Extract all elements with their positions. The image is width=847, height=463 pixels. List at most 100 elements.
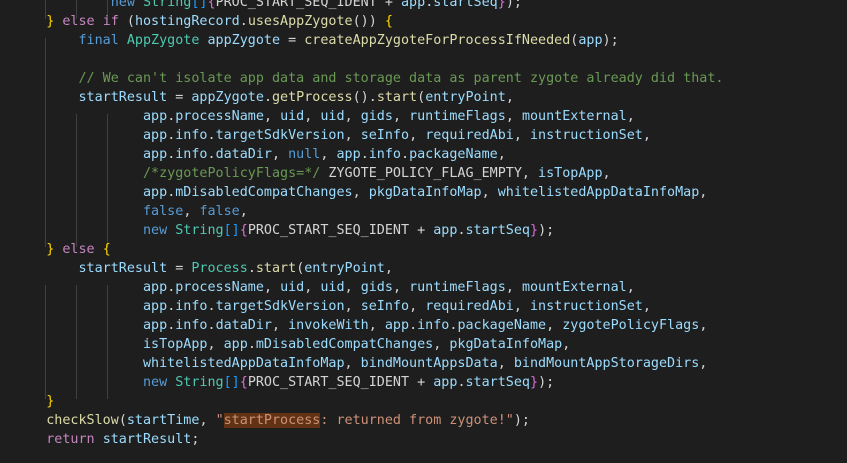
code-token: startResult [78, 90, 168, 105]
code-token: mountExternal [521, 109, 627, 124]
code-line[interactable]: app.info.targetSdkVersion, seInfo, requi… [14, 297, 651, 316]
code-token: bindMountAppStorageDirs [513, 356, 700, 371]
code-line[interactable]: false, false, [14, 202, 248, 221]
code-token: appZygote [191, 90, 264, 105]
code-token: , [368, 318, 385, 333]
code-token: , [199, 413, 216, 428]
code-token: , [263, 109, 281, 124]
code-token: false [199, 204, 240, 219]
code-token: . [401, 147, 410, 162]
code-line[interactable]: /*zygotePolicyFlags=*/ ZYGOTE_POLICY_FLA… [14, 164, 611, 183]
code-token: new [143, 375, 168, 390]
code-line[interactable]: app.info.dataDir, null, app.info.package… [14, 145, 506, 164]
code-token: app [223, 337, 248, 352]
code-token: app [143, 147, 168, 162]
code-token: processName [175, 109, 264, 124]
code-line[interactable]: } else { [14, 240, 111, 259]
code-line[interactable]: final AppZygote appZygote = createAppZyg… [14, 31, 619, 50]
code-line[interactable]: new String[]{PROC_START_SEQ_IDENT + app.… [14, 0, 522, 12]
code-token: uid [280, 109, 305, 124]
code-token: info [175, 147, 208, 162]
code-token: start [376, 90, 418, 105]
code-line[interactable]: } else if (hostingRecord.usesAppZygote()… [14, 12, 393, 31]
code-token: , [344, 356, 361, 371]
code-token: , [384, 261, 393, 276]
code-line[interactable]: new String[]{PROC_START_SEQ_IDENT + app.… [14, 221, 554, 240]
code-line[interactable]: isTopApp, app.mDisabledCompatChanges, pk… [14, 335, 570, 354]
code-token: // We can't isolate app data and storage… [78, 71, 724, 86]
code-token: new [110, 0, 135, 10]
code-token: ); [538, 375, 555, 390]
code-line[interactable]: app.info.dataDir, invokeWith, app.info.p… [14, 316, 707, 335]
code-token: " [215, 413, 224, 428]
code-line[interactable]: return startResult; [14, 430, 199, 449]
code-token: seInfo [360, 128, 410, 143]
code-token: String [175, 223, 224, 238]
code-token: uid [320, 280, 345, 295]
code-token: . [247, 261, 256, 276]
code-token: isTopApp [538, 166, 603, 181]
code-line[interactable]: app.mDisabledCompatChanges, pkgDataInfoM… [14, 183, 707, 202]
code-token: seInfo [360, 299, 410, 314]
code-token: getProcess [272, 90, 353, 105]
code-token: packageName [457, 318, 547, 333]
code-token: , [239, 204, 248, 219]
code-token: ( [417, 90, 426, 105]
code-line[interactable]: whitelistedAppDataInfoMap, bindMountApps… [14, 354, 707, 373]
code-token: , [642, 299, 651, 314]
code-token: . [207, 128, 216, 143]
code-line[interactable]: checkSlow(startTime, "startProcess: retu… [14, 411, 530, 430]
code-token: , [433, 337, 450, 352]
code-token: requiredAbi [425, 299, 514, 314]
code-token: , [699, 318, 708, 333]
code-token: app [143, 299, 168, 314]
code-token: startProcess [223, 413, 321, 428]
code-line[interactable]: // We can't isolate app data and storage… [14, 69, 724, 88]
code-line[interactable]: app.info.targetSdkVersion, seInfo, requi… [14, 126, 651, 145]
code-line[interactable]: } [14, 392, 54, 411]
code-token: ( [118, 14, 135, 29]
code-line[interactable]: startResult = Process.start(entryPoint, [14, 259, 393, 278]
code-token: processName [175, 280, 264, 295]
code-token: PROC_START_SEQ_IDENT + [247, 375, 434, 390]
code-token: } [46, 394, 55, 409]
code-token: app [143, 109, 168, 124]
code-token: , [304, 109, 321, 124]
code-token: if [102, 14, 119, 29]
code-token: , [207, 337, 224, 352]
code-token: app [143, 185, 168, 200]
code-token: startResult [102, 432, 192, 447]
code-token: PROC_START_SEQ_IDENT + [247, 223, 434, 238]
code-line[interactable]: startResult = appZygote.getProcess().sta… [14, 88, 514, 107]
code-token: , [497, 356, 514, 371]
code-token: app [401, 0, 426, 10]
code-token: , [263, 280, 281, 295]
code-token: info [368, 147, 401, 162]
code-token: targetSdkVersion [215, 128, 345, 143]
code-token: . [360, 147, 369, 162]
code-line[interactable]: app.processName, uid, uid, gids, runtime… [14, 278, 635, 297]
code-editor[interactable]: new String[]{PROC_START_SEQ_IDENT + app.… [0, 0, 847, 463]
code-token: , [562, 337, 571, 352]
code-token: , [304, 280, 321, 295]
code-token: , [626, 109, 635, 124]
code-token: app [433, 223, 458, 238]
code-token: entryPoint [304, 261, 385, 276]
code-token: { [207, 0, 216, 10]
code-line[interactable]: new String[]{PROC_START_SEQ_IDENT + app.… [14, 373, 554, 392]
code-token: , [642, 128, 651, 143]
code-token: . [207, 299, 216, 314]
code-line[interactable]: app.processName, uid, uid, gids, runtime… [14, 107, 635, 126]
code-token: hostingRecord [134, 14, 240, 29]
